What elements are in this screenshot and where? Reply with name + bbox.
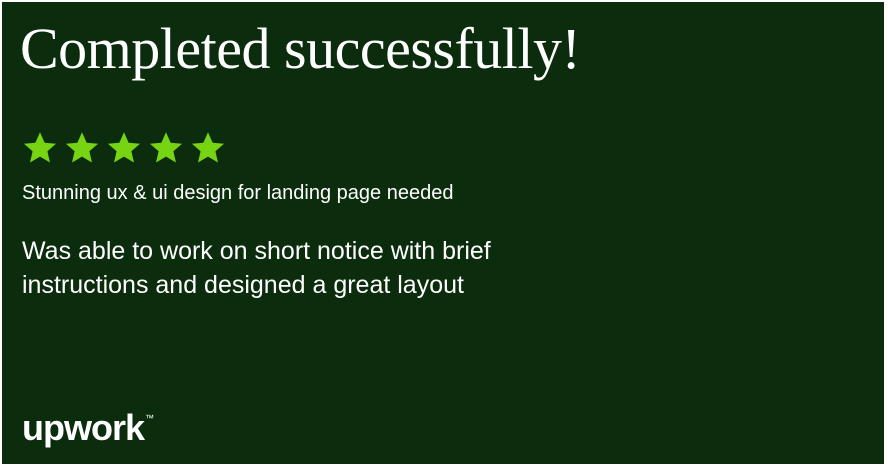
- star-icon: [64, 130, 100, 166]
- review-text: Was able to work on short notice with br…: [22, 237, 491, 299]
- trademark-symbol: ™: [145, 413, 155, 423]
- review-card: Completed successfully! Stunning ux & ui…: [2, 2, 884, 464]
- job-title: Stunning ux & ui design for landing page…: [22, 182, 454, 204]
- upwork-logo: upwork ™: [22, 406, 154, 450]
- star-rating: [22, 130, 226, 166]
- star-icon: [22, 130, 58, 166]
- headline: Completed successfully!: [20, 16, 581, 81]
- brand-name: upwork: [22, 407, 145, 448]
- star-icon: [148, 130, 184, 166]
- star-icon: [106, 130, 142, 166]
- star-icon: [190, 130, 226, 166]
